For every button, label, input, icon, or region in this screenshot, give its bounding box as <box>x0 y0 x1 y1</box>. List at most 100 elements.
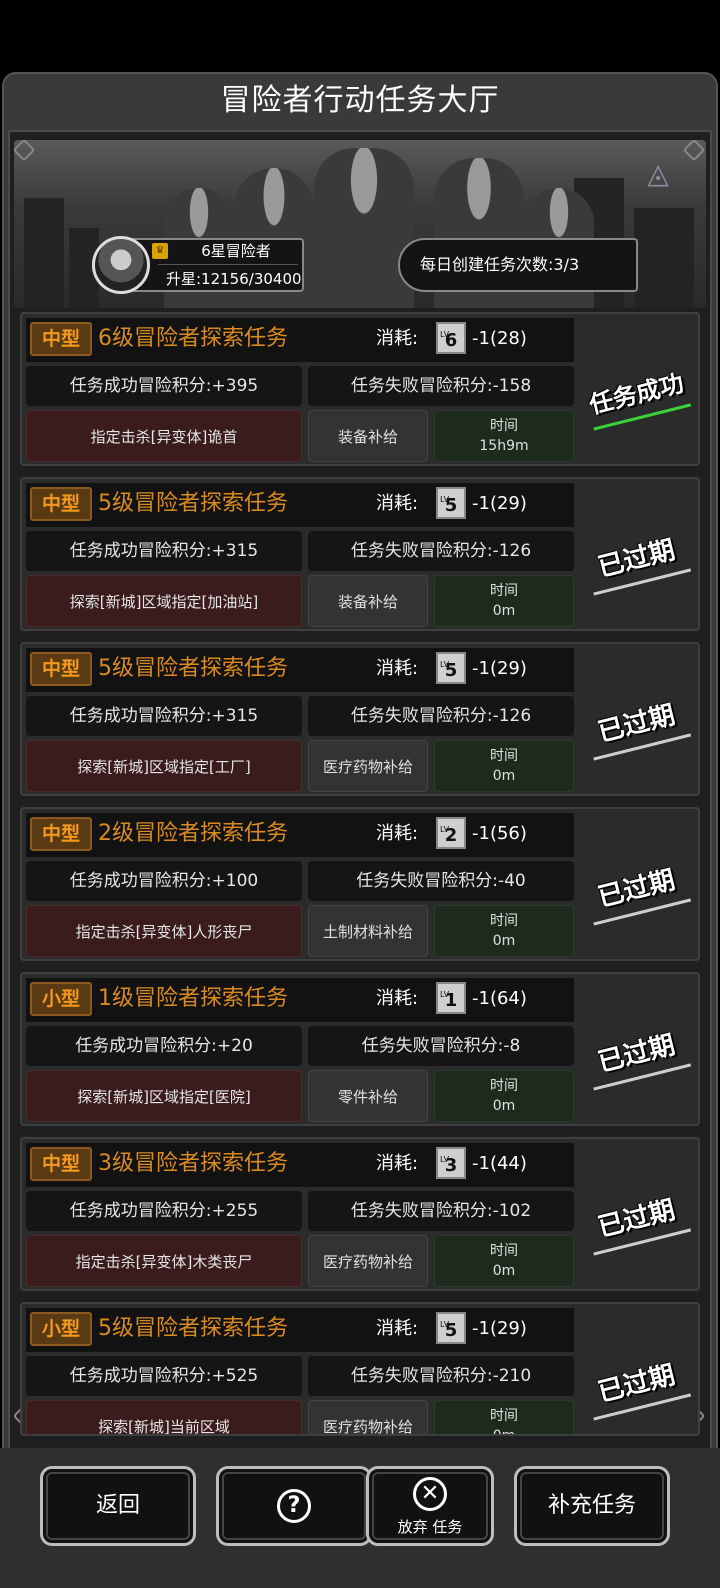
divider <box>158 264 298 265</box>
mission-size-badge: 中型 <box>30 817 92 851</box>
mission-target: 探索[新城]区域指定[加油站] <box>26 575 302 627</box>
cost-label: 消耗: <box>376 1153 419 1174</box>
success-points: 任务成功冒险积分:+100 <box>26 861 302 901</box>
mission-reward: 医疗药物补给 <box>308 1400 428 1434</box>
page-title: 冒险者行动任务大厅 <box>220 83 500 118</box>
time-value: 15h9m <box>479 438 529 454</box>
abandon-mission-button[interactable]: ✕ 放弃 任务 <box>366 1466 494 1546</box>
mission-card[interactable]: 中型 3级冒险者探索任务 消耗: LV 3 -1(44) 任务成功冒险积分:+255 任务失败… <box>20 1137 700 1291</box>
time-label: 时间 <box>490 418 518 434</box>
time-label: 时间 <box>490 913 518 929</box>
fail-points: 任务失败冒险积分:-40 <box>308 861 574 901</box>
mission-name: 5级冒险者探索任务 <box>98 1316 288 1341</box>
level-card-icon: LV 1 <box>436 982 466 1014</box>
mission-time: 时间 15h9m <box>434 410 574 462</box>
mission-status-stamp: 已过期 <box>577 854 699 935</box>
cost-label: 消耗: <box>376 823 419 844</box>
mission-name: 3级冒险者探索任务 <box>98 1151 288 1176</box>
mission-size-badge: 小型 <box>30 1312 92 1346</box>
mission-status-stamp: 已过期 <box>577 1019 699 1100</box>
mission-status-stamp: 已过期 <box>577 1184 699 1265</box>
time-value: 0m <box>492 768 516 784</box>
time-label: 时间 <box>490 1078 518 1094</box>
fail-points: 任务失败冒险积分:-8 <box>308 1026 574 1066</box>
mission-card[interactable]: 中型 5级冒险者探索任务 消耗: LV 5 -1(29) 任务成功冒险积分:+315 任务失败… <box>20 477 700 631</box>
close-circle-icon: ✕ <box>413 1477 447 1511</box>
mission-card[interactable]: 中型 2级冒险者探索任务 消耗: LV 2 -1(56) 任务成功冒险积分:+100 任务失败… <box>20 807 700 961</box>
upgrade-progress: 升星:12156/30400 <box>166 270 302 288</box>
level-card-icon: LV 6 <box>436 322 466 354</box>
back-label: 返回 <box>95 1493 140 1518</box>
mission-size-badge: 中型 <box>30 322 92 356</box>
mission-name: 6级冒险者探索任务 <box>98 326 288 351</box>
level-card-icon: LV 3 <box>436 1147 466 1179</box>
cost-label: 消耗: <box>376 493 419 514</box>
mission-size-badge: 中型 <box>30 487 92 521</box>
cost-label: 消耗: <box>376 1318 419 1339</box>
back-button[interactable]: 返回 <box>40 1466 196 1546</box>
mission-card[interactable]: 小型 1级冒险者探索任务 消耗: LV 1 -1(64) 任务成功冒险积分:+20 任务失败冒… <box>20 972 700 1126</box>
time-label: 时间 <box>490 748 518 764</box>
mission-time: 时间 0m <box>434 905 574 957</box>
time-value: 0m <box>492 1263 516 1279</box>
mission-reward: 零件补给 <box>308 1070 428 1122</box>
mission-card[interactable]: 中型 5级冒险者探索任务 消耗: LV 5 -1(29) 任务成功冒险积分:+315 任务失败… <box>20 642 700 796</box>
mission-cost: -1(29) <box>472 493 527 514</box>
mission-cost: -1(28) <box>472 328 527 349</box>
fail-points: 任务失败冒险积分:-210 <box>308 1356 574 1396</box>
skyline-building <box>634 208 694 308</box>
question-icon: ? <box>277 1489 311 1523</box>
mission-name: 5级冒险者探索任务 <box>98 656 288 681</box>
fail-points: 任务失败冒险积分:-126 <box>308 696 574 736</box>
mission-target: 探索[新城]区域指定[医院] <box>26 1070 302 1122</box>
mission-time: 时间 0m <box>434 1070 574 1122</box>
mission-time: 时间 0m <box>434 575 574 627</box>
refill-mission-button[interactable]: 补充任务 <box>514 1466 670 1546</box>
mission-card[interactable]: 中型 6级冒险者探索任务 消耗: LV 6 -1(28) 任务成功冒险积分:+395 任务失败… <box>20 312 700 466</box>
survivor-figure <box>314 148 414 308</box>
fail-points: 任务失败冒险积分:-102 <box>308 1191 574 1231</box>
time-value: 0m <box>492 603 516 619</box>
mission-time: 时间 0m <box>434 740 574 792</box>
time-label: 时间 <box>490 583 518 599</box>
fail-points: 任务失败冒险积分:-158 <box>308 366 574 406</box>
level-card-icon: LV 5 <box>436 652 466 684</box>
fail-points: 任务失败冒险积分:-126 <box>308 531 574 571</box>
cost-label: 消耗: <box>376 328 419 349</box>
mission-target: 指定击杀[异变体]人形丧尸 <box>26 905 302 957</box>
success-points: 任务成功冒险积分:+315 <box>26 531 302 571</box>
mission-cost: -1(29) <box>472 658 527 679</box>
mission-name: 2级冒险者探索任务 <box>98 821 288 846</box>
time-value: 0m <box>492 933 516 949</box>
mission-target: 指定击杀[异变体]诡首 <box>26 410 302 462</box>
triangle-emblem-icon: ◬ <box>647 157 669 190</box>
mission-reward: 医疗药物补给 <box>308 740 428 792</box>
skyline-building <box>24 198 64 308</box>
success-points: 任务成功冒险积分:+315 <box>26 696 302 736</box>
help-button[interactable]: ? <box>216 1466 372 1546</box>
mission-cost: -1(29) <box>472 1318 527 1339</box>
mission-card[interactable]: 小型 5级冒险者探索任务 消耗: LV 5 -1(29) 任务成功冒险积分:+525 任务失败… <box>20 1302 700 1436</box>
mission-cost: -1(64) <box>472 988 527 1009</box>
level-card-icon: LV 2 <box>436 817 466 849</box>
mission-name: 1级冒险者探索任务 <box>98 986 288 1011</box>
mission-time: 时间 0m <box>434 1400 574 1434</box>
daily-create-count: 每日创建任务次数:3/3 <box>398 238 638 292</box>
mission-target: 探索[新城]当前区域 <box>26 1400 302 1434</box>
mission-size-badge: 中型 <box>30 1147 92 1181</box>
player-rank: 6星冒险者 <box>201 242 271 260</box>
mission-status-stamp: 已过期 <box>577 524 699 605</box>
mission-size-badge: 中型 <box>30 652 92 686</box>
mission-name: 5级冒险者探索任务 <box>98 491 288 516</box>
mission-target: 指定击杀[异变体]木类丧尸 <box>26 1235 302 1287</box>
crown-icon: ♛ <box>152 243 168 259</box>
success-points: 任务成功冒险积分:+20 <box>26 1026 302 1066</box>
abandon-label: 放弃 任务 <box>397 1518 463 1536</box>
avatar[interactable] <box>92 236 150 294</box>
app: 冒险者行动任务大厅 ◬ ♛ 6星冒险者 升星:12156/30400 每日创建任… <box>0 0 720 1588</box>
time-label: 时间 <box>490 1243 518 1259</box>
mission-status-stamp: 任务成功 <box>577 359 699 440</box>
level-card-icon: LV 5 <box>436 1312 466 1344</box>
refill-label: 补充任务 <box>547 1493 636 1518</box>
cost-label: 消耗: <box>376 658 419 679</box>
